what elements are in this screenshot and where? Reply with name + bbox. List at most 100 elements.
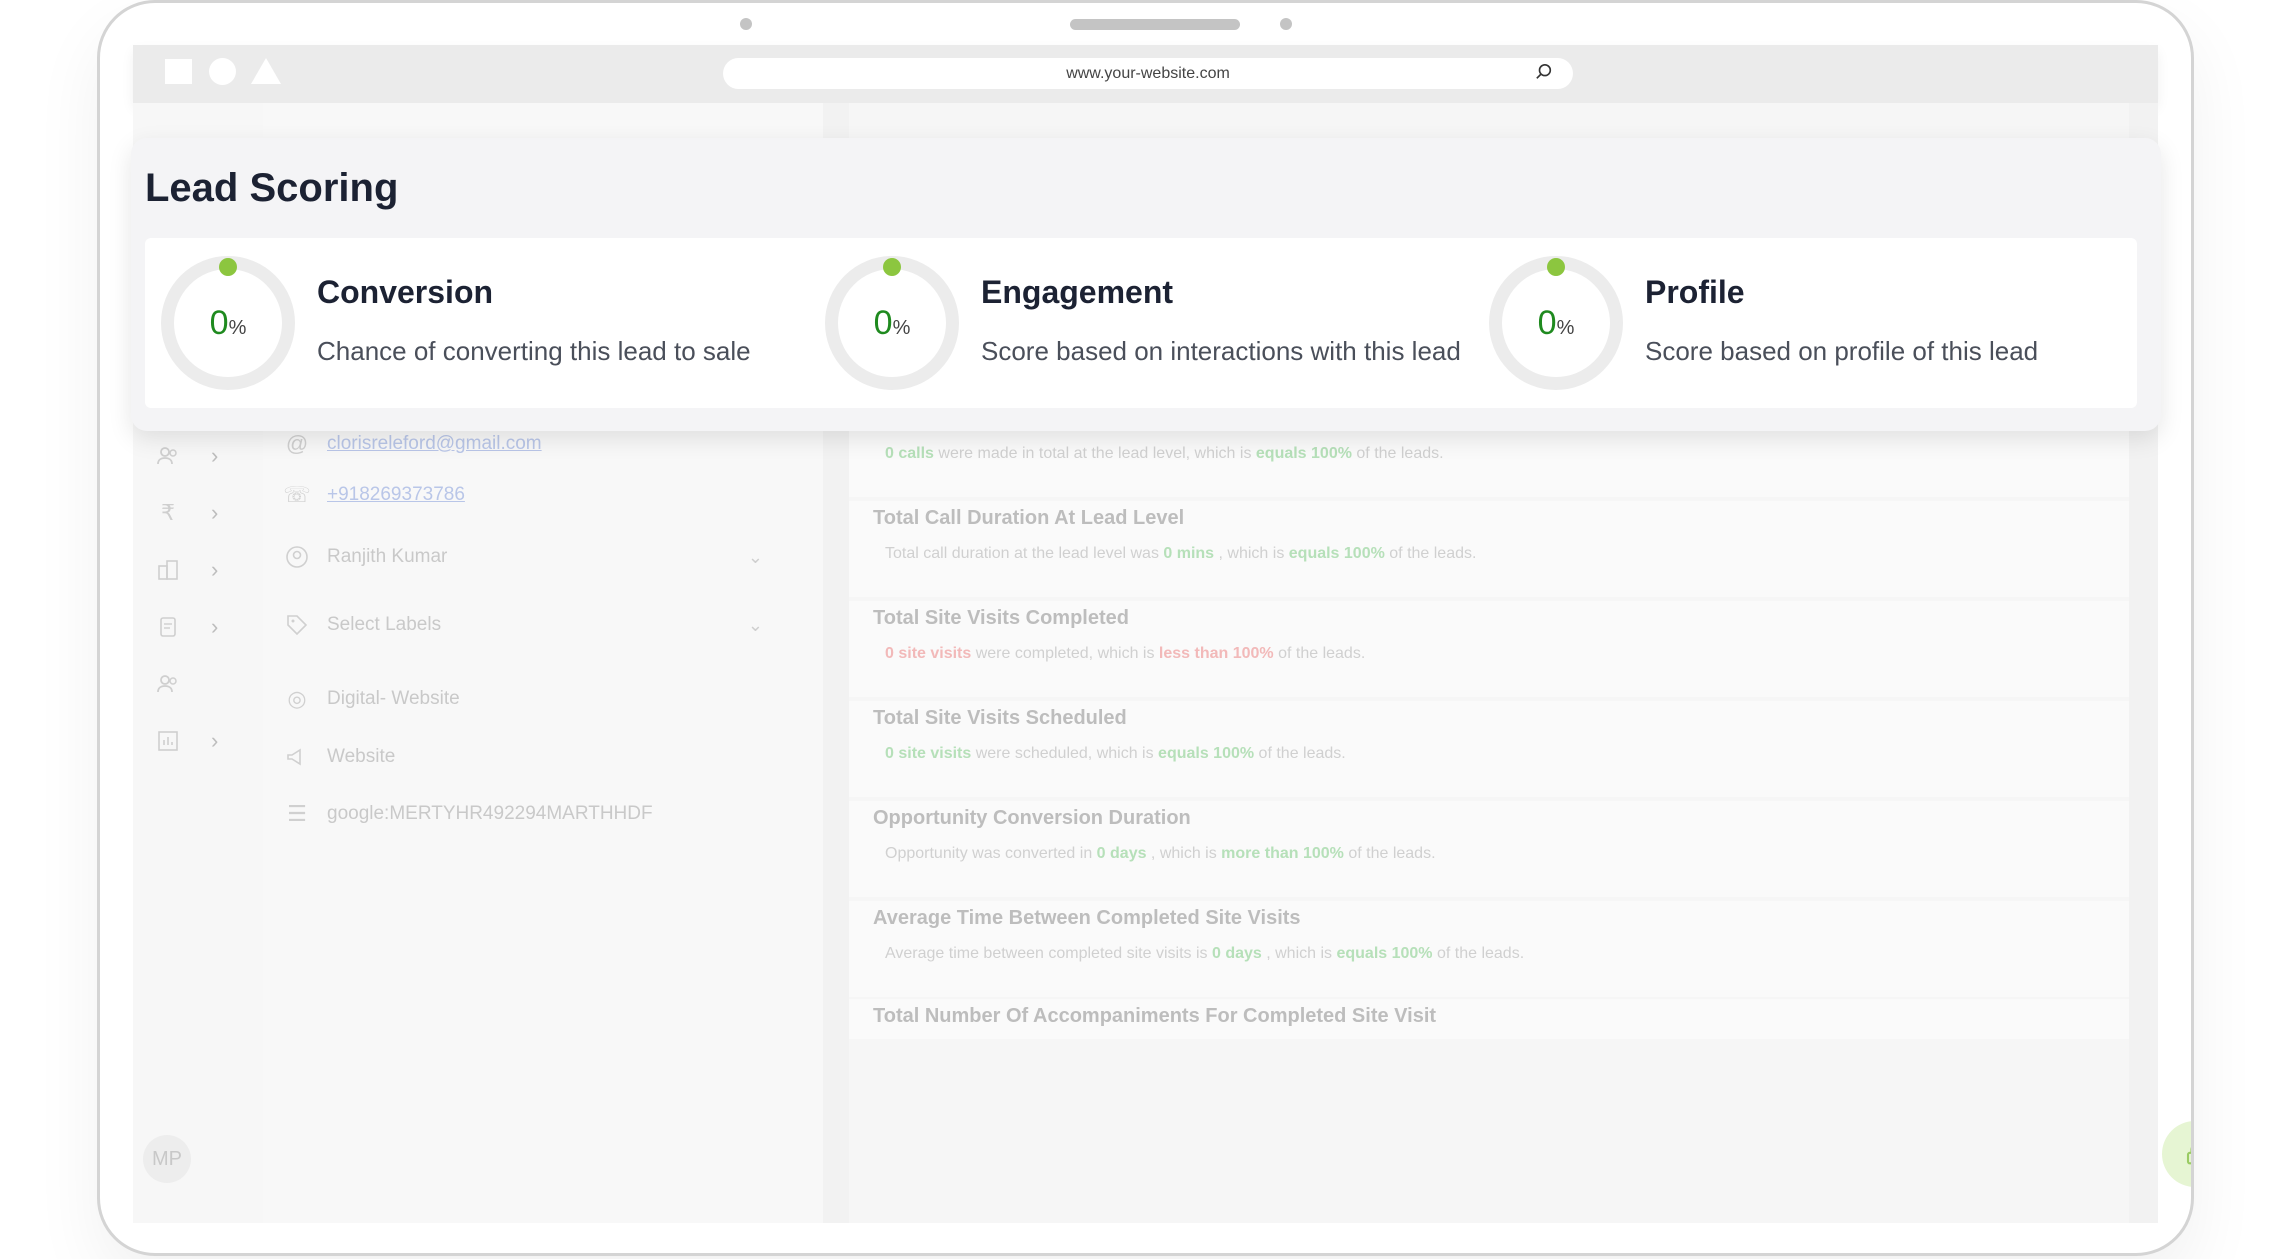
chevron-right-icon: › bbox=[211, 500, 219, 525]
campaign-text: google:MERTYHR492294MARTHHDF bbox=[327, 803, 653, 824]
metric-title: Total Number Of Accompaniments For Compl… bbox=[873, 1005, 1437, 1027]
modal-title: Lead Scoring bbox=[145, 166, 399, 210]
metric-text-part: of the leads. bbox=[1254, 745, 1346, 762]
chevron-down-icon: ⌄ bbox=[747, 546, 763, 567]
sidebar-item-reports[interactable]: › bbox=[155, 728, 218, 754]
metric-text-part: of the leads. bbox=[1384, 545, 1477, 562]
metric-row: Total Call Duration At Lead Level Total c… bbox=[849, 501, 2129, 597]
floating-action-button[interactable] bbox=[2162, 1121, 2191, 1187]
card-description: Score based on profile of this lead bbox=[1645, 336, 2039, 366]
ring-indicator-dot bbox=[1547, 258, 1565, 276]
metric-text-part: were made in total at the lead level, wh… bbox=[933, 445, 1256, 462]
score-card-profile: 0% Profile Score based on profile of thi… bbox=[1473, 238, 2137, 408]
metric-title: Total Site Visits Completed bbox=[873, 607, 1129, 629]
email-link[interactable]: clorisreleford@gmail.com bbox=[327, 433, 542, 455]
score-cards: 0% Conversion Chance of converting this … bbox=[145, 238, 2137, 408]
score-unit: % bbox=[892, 316, 911, 339]
phone-link[interactable]: +918269373786 bbox=[327, 484, 465, 506]
metric-row: Average Time Between Completed Site Visi… bbox=[849, 901, 2129, 997]
lock-icon bbox=[2186, 1147, 2191, 1165]
metric-title: Opportunity Conversion Duration bbox=[873, 807, 1191, 829]
address-bar[interactable]: www.your-website.com bbox=[723, 58, 1573, 89]
metric-text-part: 0 site visits bbox=[885, 745, 972, 762]
card-description: Chance of converting this lead to sale bbox=[317, 336, 751, 366]
metric-row: Total Number Of Accompaniments For Compl… bbox=[849, 999, 2129, 1039]
metric-text-part: equals 100% bbox=[1288, 545, 1385, 562]
email-row[interactable]: @ clorisreleford@gmail.com bbox=[283, 430, 542, 458]
source-text: Digital- Website bbox=[327, 688, 460, 709]
sidebar-item-contacts[interactable]: › bbox=[155, 443, 218, 469]
metric-title: Total Site Visits Scheduled bbox=[873, 707, 1127, 729]
phone-row[interactable]: ☏ +918269373786 bbox=[283, 481, 465, 509]
card-title: Profile bbox=[1645, 274, 1745, 310]
url-text: www.your-website.com bbox=[1066, 64, 1230, 82]
document-icon bbox=[155, 614, 181, 640]
metric-text-part: Opportunity was converted in bbox=[885, 845, 1097, 862]
score-ring: 0% bbox=[1489, 256, 1623, 390]
team-icon bbox=[155, 671, 181, 697]
phone-icon: ☏ bbox=[283, 482, 311, 507]
metric-text-part: Total call duration at the lead level wa… bbox=[885, 545, 1164, 562]
metric-text-part: , which is bbox=[1261, 945, 1337, 962]
ring-indicator-dot bbox=[883, 258, 901, 276]
card-title: Engagement bbox=[981, 274, 1174, 310]
metric-description: Total call duration at the lead level wa… bbox=[885, 545, 1476, 563]
metric-text-part: less than 100% bbox=[1158, 645, 1274, 662]
metric-text-part: were scheduled, which is bbox=[971, 745, 1159, 762]
sidebar-item-buildings[interactable]: › bbox=[155, 557, 218, 583]
labels-placeholder: Select Labels bbox=[327, 614, 442, 635]
rupee-icon: ₹ bbox=[161, 500, 175, 525]
sidebar-item-documents[interactable]: › bbox=[155, 614, 218, 640]
notch-dot-left bbox=[740, 18, 752, 30]
metric-text-part: 0 days bbox=[1096, 845, 1147, 862]
sub-source-row: Website bbox=[283, 743, 395, 771]
metric-description: 0 site visits were scheduled, which is e… bbox=[885, 745, 1346, 763]
score-value: 0 bbox=[209, 303, 229, 342]
notch-bar bbox=[1070, 19, 1240, 30]
chart-icon bbox=[155, 728, 181, 754]
metric-text-part: 0 days bbox=[1211, 945, 1262, 962]
metric-row: Total Site Visits Completed 0 site visits… bbox=[849, 601, 2129, 697]
campaign-row: ☰ google:MERTYHR492294MARTHHDF bbox=[283, 800, 653, 828]
metric-row: Opportunity Conversion Duration Opportuni… bbox=[849, 801, 2129, 897]
list-icon: ☰ bbox=[287, 801, 307, 826]
users-icon bbox=[155, 443, 181, 469]
metric-text-part: of the leads. bbox=[1343, 845, 1436, 862]
metric-text-part: 0 mins bbox=[1163, 545, 1215, 562]
avatar[interactable]: MP bbox=[143, 1135, 191, 1183]
score-unit: % bbox=[1556, 316, 1575, 339]
metric-row: Total Site Visits Scheduled 0 site visits… bbox=[849, 701, 2129, 797]
chevron-right-icon: › bbox=[211, 443, 219, 468]
tag-icon bbox=[283, 611, 311, 639]
chevron-right-icon: › bbox=[211, 557, 219, 582]
circle-shape-icon bbox=[209, 58, 236, 85]
metric-text-part: were completed, which is bbox=[971, 645, 1159, 662]
labels-dropdown[interactable]: Select Labels ⌄ bbox=[283, 611, 803, 639]
score-ring: 0% bbox=[161, 256, 295, 390]
score-value: 0 bbox=[873, 303, 893, 342]
metric-text-part: 0 site visits bbox=[885, 645, 972, 662]
sidebar-item-team[interactable] bbox=[155, 671, 181, 697]
sidebar-item-payments[interactable]: ₹ › bbox=[155, 500, 218, 526]
score-ring: 0% bbox=[825, 256, 959, 390]
metric-text-part: of the leads. bbox=[1273, 645, 1366, 662]
metric-description: Average time between completed site visi… bbox=[885, 945, 1524, 963]
browser-toolbar: www.your-website.com bbox=[133, 45, 2158, 103]
metric-title: Total Call Duration At Lead Level bbox=[873, 507, 1185, 529]
chevron-right-icon: › bbox=[211, 728, 219, 753]
building-icon bbox=[155, 557, 181, 583]
metric-text-part: of the leads. bbox=[1351, 445, 1444, 462]
search-icon[interactable] bbox=[1535, 63, 1553, 81]
metric-text-part: equals 100% bbox=[1336, 945, 1433, 962]
lead-scoring-modal: Lead Scoring 0% Conversion Chance of con… bbox=[131, 138, 2161, 431]
metric-description: Opportunity was converted in 0 days , wh… bbox=[885, 845, 1436, 863]
card-description: Score based on interactions with this le… bbox=[981, 336, 1461, 366]
owner-dropdown[interactable]: Ranjith Kumar ⌄ bbox=[283, 543, 803, 571]
metric-description: 0 site visits were completed, which is l… bbox=[885, 645, 1365, 663]
metric-text-part: more than 100% bbox=[1221, 845, 1344, 862]
metric-text-part: , which is bbox=[1146, 845, 1222, 862]
metric-description: 0 calls were made in total at the lead l… bbox=[885, 445, 1444, 463]
source-row: ◎ Digital- Website bbox=[283, 685, 460, 713]
card-title: Conversion bbox=[317, 274, 494, 310]
notch-dot-right bbox=[1280, 18, 1292, 30]
